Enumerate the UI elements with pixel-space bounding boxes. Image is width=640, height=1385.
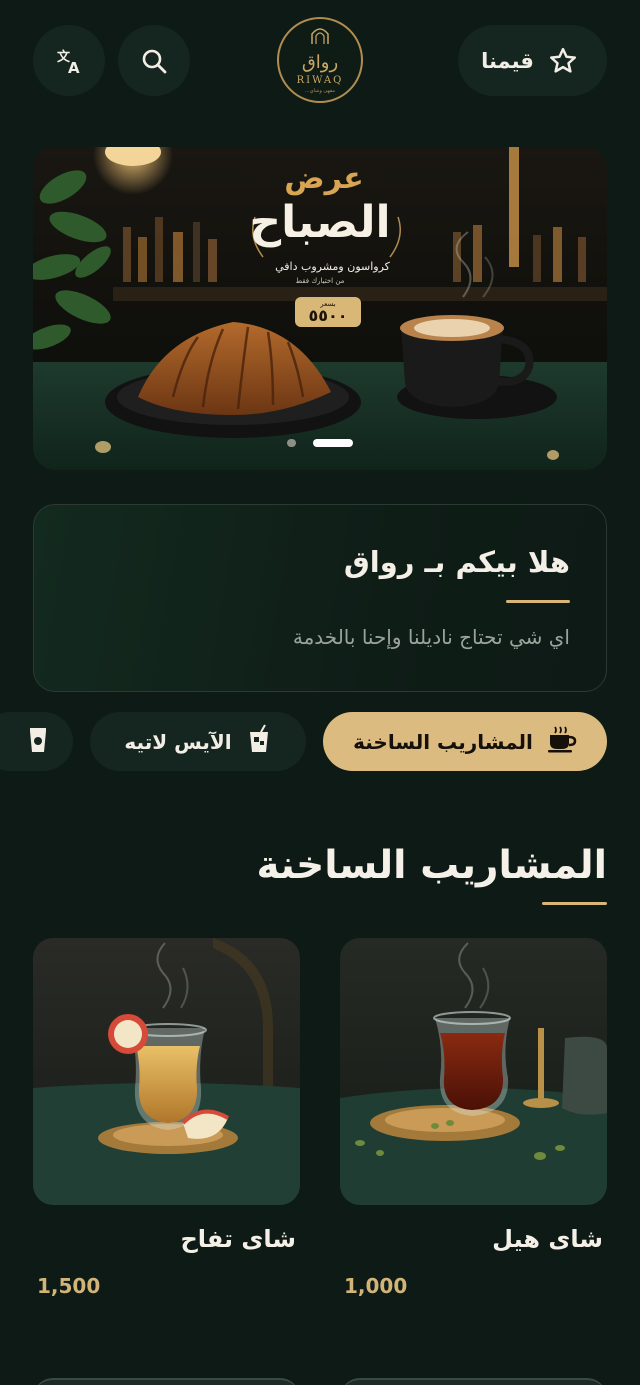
product-price: 1,500: [37, 1274, 101, 1298]
banner-offer-word: عرض: [284, 161, 364, 196]
logo-tagline: ...مقهى وشاي: [304, 88, 336, 94]
banner-price: ٥٥٠٠: [308, 305, 348, 325]
category-label: المشاريب الساخنة: [353, 729, 533, 754]
iced-cup-icon: [246, 724, 272, 759]
banner-title: الصباح: [249, 197, 391, 248]
svg-text:A: A: [68, 59, 80, 76]
product-card-peek[interactable]: [33, 1378, 300, 1385]
brand-logo: رواق RIWAQ ...مقهى وشاي: [277, 17, 363, 103]
logo-arabic-text: رواق: [301, 52, 339, 73]
welcome-card: هلا بيكم بـ رواق اي شي تحتاج ناديلنا وإح…: [33, 504, 607, 692]
search-icon: [140, 47, 168, 75]
product-card-peek[interactable]: [340, 1378, 607, 1385]
banner-price-badge: بسعر ٥٥٠٠: [295, 297, 361, 327]
product-name: شاى هيل: [492, 1225, 603, 1253]
rate-us-label: قيمنا: [481, 48, 534, 73]
carousel-dot[interactable]: [287, 439, 296, 447]
promo-banner[interactable]: عرض الصباح كرواسون ومشروب دافي من اختيار…: [33, 147, 607, 470]
welcome-divider: [506, 600, 570, 603]
welcome-title: هلا بيكم بـ رواق: [343, 545, 570, 579]
logo-mosque-icon: [309, 26, 331, 48]
product-name: شاى تفاح: [180, 1225, 296, 1253]
category-label: الآيس لاتيه: [124, 729, 232, 754]
product-price: 1,000: [344, 1274, 408, 1298]
category-hot-drinks[interactable]: المشاريب الساخنة: [323, 712, 607, 771]
translate-icon: 文 A: [54, 46, 84, 76]
category-juices[interactable]: [0, 712, 73, 771]
next-product-row: [33, 1378, 607, 1385]
rate-us-button[interactable]: قيمنا: [458, 25, 607, 96]
product-card[interactable]: شاى تفاح 1,500: [33, 938, 300, 1298]
product-image: [340, 938, 607, 1205]
banner-subtitle: كرواسون ومشروب دافي: [275, 260, 390, 273]
category-iced-latte[interactable]: الآيس لاتيه: [90, 712, 306, 771]
product-image: [33, 938, 300, 1205]
welcome-subtitle: اي شي تحتاج ناديلنا وإحنا بالخدمة: [292, 625, 570, 649]
section-divider: [542, 902, 607, 905]
translate-button[interactable]: 文 A: [33, 25, 105, 96]
coffee-cup-icon: [547, 725, 577, 758]
logo-english-text: RIWAQ: [296, 75, 344, 86]
juice-cup-icon: [27, 725, 49, 758]
banner-note: من اختيارك فقط: [295, 277, 345, 285]
carousel-dot-active[interactable]: [313, 439, 353, 447]
search-button[interactable]: [118, 25, 190, 96]
star-icon: [548, 46, 578, 76]
section-title: المشاريب الساخنة: [256, 843, 607, 888]
product-card[interactable]: شاى هيل 1,000: [340, 938, 607, 1298]
